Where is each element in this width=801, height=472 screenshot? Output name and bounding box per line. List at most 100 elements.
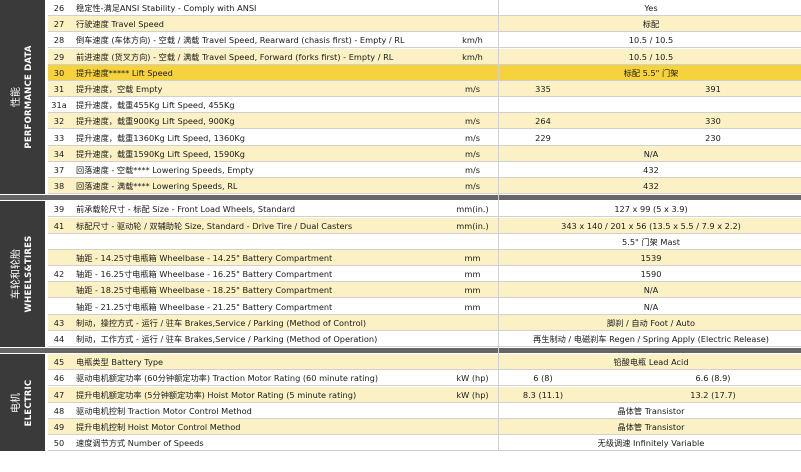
row-description: 速度调节方式 Number of Speeds xyxy=(76,438,204,448)
row-value: 432 xyxy=(643,181,659,191)
row-value: 标配 xyxy=(642,19,660,29)
row-value-right: 13.2 (17.7) xyxy=(690,390,736,400)
row-description: 轴距 - 14.25寸电瓶箱 Wheelbase - 14.25" Batter… xyxy=(76,253,333,263)
row-value: Yes xyxy=(644,3,658,13)
table-row: 39 前承载轮尺寸 - 标配 Size - Front Load Wheels, … xyxy=(48,201,801,217)
row-description: 提升速度，载重900Kg Lift Speed, 900Kg xyxy=(76,116,235,126)
row-number: 42 xyxy=(53,268,65,279)
row-description: 稳定性-满足ANSI Stability - Comply with ANSI xyxy=(76,3,257,13)
row-number: 47 xyxy=(53,390,65,400)
row-value-left: 6 (8) xyxy=(533,373,553,383)
section-label-text: 电机 ELECTRIC xyxy=(11,379,35,426)
table-row: 47 提升电机额定功率 (5分钟额定功率) Hoist Motor Rating … xyxy=(48,387,801,403)
row-number: 29 xyxy=(53,52,65,62)
row-description: 前进速度 (货叉方向) - 空载 / 满载 Travel Speed, Forw… xyxy=(76,52,394,62)
column-divider xyxy=(498,0,499,451)
section-label-en: ELECTRIC xyxy=(23,379,34,426)
row-value: N/A xyxy=(643,302,659,312)
row-unit: m/s xyxy=(465,84,480,94)
row-description: 标配尺寸 - 驱动轮 / 双辅助轮 Size, Standard - Drive… xyxy=(76,221,353,231)
table-row: 轴距 - 21.25寸电瓶箱 Wheelbase - 21.25" Batter… xyxy=(48,299,801,315)
row-number: 31a xyxy=(51,100,67,110)
table-row: 43 制动，操控方式 - 运行 / 驻车 Brakes,Service / Par… xyxy=(48,315,801,331)
row-description: 轴距 - 16.25寸电瓶箱 Wheelbase - 16.25" Batter… xyxy=(76,269,333,279)
row-value-left: 229 xyxy=(535,133,551,143)
section-label-en: PERFORMANCE DATA xyxy=(23,45,34,149)
table-row: 轴距 - 18.25寸电瓶箱 Wheelbase - 18.25" Batter… xyxy=(48,282,801,298)
row-number: 31 xyxy=(53,84,65,94)
row-value: 晶体管 Transistor xyxy=(617,406,685,416)
row-description: 提升速度，载重1590Kg Lift Speed, 1590Kg xyxy=(76,149,245,159)
row-description: 驱动电机控制 Traction Motor Control Method xyxy=(76,406,252,416)
row-number: 28 xyxy=(53,35,65,45)
row-description: 制动，工作方式 - 运行 / 驻车 Brakes,Service / Parki… xyxy=(76,334,378,344)
table-row: 44 制动，工作方式 - 运行 / 驻车 Brakes,Service / Par… xyxy=(48,331,801,347)
row-number: 39 xyxy=(53,204,65,214)
table-row: 48 驱动电机控制 Traction Motor Control Method 晶体… xyxy=(48,403,801,419)
table-row: 轴距 - 16.25寸电瓶箱 Wheelbase - 16.25" Batter… xyxy=(48,266,801,282)
table-row: 41 标配尺寸 - 驱动轮 / 双辅助轮 Size, Standard - Dri… xyxy=(48,218,801,234)
row-number: 44 xyxy=(53,334,65,344)
row-42-number-cell: 42 xyxy=(48,234,70,315)
section-label-performance: 性能 PERFORMANCE DATA xyxy=(0,0,45,194)
row-value: 10.5 / 10.5 xyxy=(628,35,674,45)
table-row: 26 稳定性-满足ANSI Stability - Comply with ANS… xyxy=(48,0,801,16)
row-value: 无级调速 Infinitely Variable xyxy=(597,438,705,448)
row-value-right: 330 xyxy=(705,116,721,126)
row-value: N/A xyxy=(643,149,659,159)
row-description: 提升速度***** Lift Speed xyxy=(76,68,173,78)
row-number: 41 xyxy=(53,221,65,231)
row-value-left: 264 xyxy=(535,116,551,126)
row-unit: mm(in.) xyxy=(456,204,489,214)
section-label-cn: 性能 xyxy=(10,87,22,107)
row-description: 回落速度 - 满载**** Lowering Speeds, RL xyxy=(76,181,238,191)
row-description: 提升速度，载重1360Kg Lift Speed, 1360Kg xyxy=(76,133,245,143)
table-row: 5.5" 门架 Mast xyxy=(48,234,801,250)
section-label-cn: 车轮和轮胎 xyxy=(10,249,22,300)
row-number: 33 xyxy=(53,133,65,143)
table-row: 45 电瓶类型 Battery Type 铅酸电瓶 Lead Acid xyxy=(48,354,801,370)
row-description: 前承载轮尺寸 - 标配 Size - Front Load Wheels, St… xyxy=(76,204,296,214)
row-unit: km/h xyxy=(462,52,483,62)
row-value-right: 391 xyxy=(705,84,721,94)
row-description: 行驶速度 Travel Speed xyxy=(76,19,164,29)
table-row: 28 倒车速度 (车体方向) - 空载 / 满载 Travel Speed, Re… xyxy=(48,32,801,48)
row-number: 34 xyxy=(53,149,65,159)
section-label-text: 性能 PERFORMANCE DATA xyxy=(11,45,35,148)
table-row: 29 前进速度 (货叉方向) - 空载 / 满载 Travel Speed, Fo… xyxy=(48,49,801,65)
row-unit: mm(in.) xyxy=(456,221,489,231)
table-row: 轴距 - 14.25寸电瓶箱 Wheelbase - 14.25" Batter… xyxy=(48,250,801,266)
row-description: 提升速度，载重455Kg Lift Speed, 455Kg xyxy=(76,100,235,110)
row-number: 32 xyxy=(53,116,65,126)
row-number: 27 xyxy=(53,19,65,29)
row-number: 43 xyxy=(53,318,65,328)
table-row: 46 驱动电机额定功率 (60分钟额定功率) Traction Motor Rat… xyxy=(48,370,801,386)
row-unit: km/h xyxy=(462,35,483,45)
row-description: 制动，操控方式 - 运行 / 驻车 Brakes,Service / Parki… xyxy=(76,318,367,328)
row-value: 127 x 99 (5 x 3.9) xyxy=(614,204,688,214)
row-number: 48 xyxy=(53,406,65,416)
row-value: 5.5" 门架 Mast xyxy=(622,237,680,247)
section-label-wheels: 车轮和轮胎 WHEELS&TIRES xyxy=(0,201,45,347)
row-number: 46 xyxy=(53,373,65,383)
section-label-cn: 电机 xyxy=(10,392,22,413)
row-value-right: 230 xyxy=(705,133,721,143)
row-unit: kW (hp) xyxy=(456,390,489,400)
table-row: 34 提升速度，载重1590Kg Lift Speed, 1590Kg m/s N/A xyxy=(48,146,801,162)
row-unit: m/s xyxy=(465,133,480,143)
row-number: 50 xyxy=(53,438,65,448)
table-row: 31a 提升速度，载重455Kg Lift Speed, 455Kg xyxy=(48,97,801,113)
row-value: 再生制动 / 电磁刹车 Regen / Spring Apply (Electr… xyxy=(533,334,769,344)
row-unit: mm xyxy=(464,285,481,295)
section-label-text: 车轮和轮胎 WHEELS&TIRES xyxy=(11,236,35,313)
row-value-left: 335 xyxy=(535,84,551,94)
table-row: 33 提升速度，载重1360Kg Lift Speed, 1360Kg m/s 229… xyxy=(48,130,801,146)
row-number: 38 xyxy=(53,181,65,191)
row-description: 提升速度，空载 Empty xyxy=(76,84,163,94)
row-description: 提升电机控制 Hoist Motor Control Method xyxy=(76,422,241,432)
row-value: 标配 5.5" 门架 xyxy=(623,68,679,78)
row-value: 1539 xyxy=(640,253,662,263)
row-number: 30 xyxy=(53,68,65,78)
row-unit: kW (hp) xyxy=(456,373,489,383)
row-value: 晶体管 Transistor xyxy=(617,422,685,432)
